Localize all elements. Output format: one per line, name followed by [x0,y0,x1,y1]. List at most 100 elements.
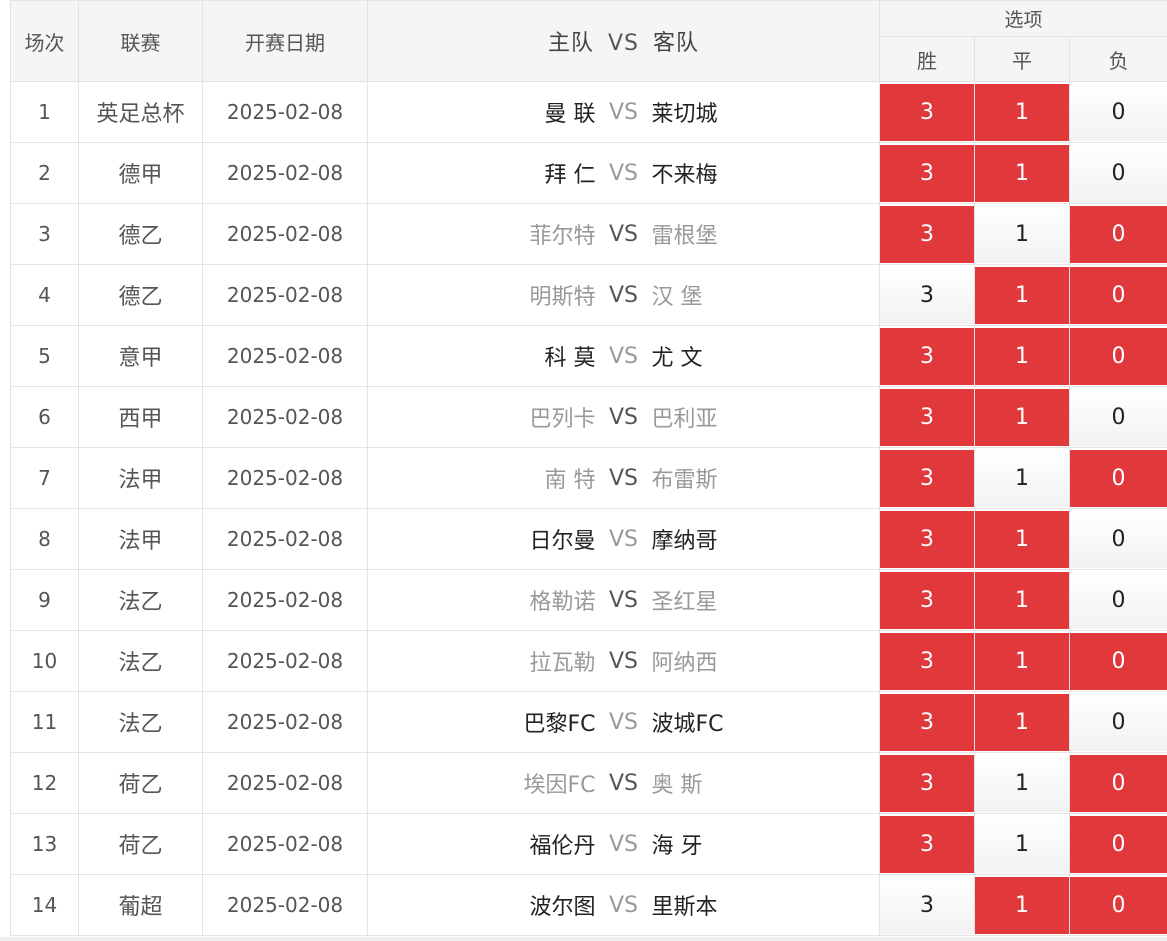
match-no: 10 [10,630,79,692]
match-date: 2025-02-08 [202,691,368,753]
away-team: 海 牙 [651,834,703,859]
option-lose-cell: 0 [1068,752,1167,814]
option-win[interactable]: 3 [880,83,974,141]
option-lose[interactable]: 0 [1070,144,1167,202]
option-win[interactable]: 3 [880,571,974,629]
home-team: 格勒诺 [529,590,596,615]
away-team: 不来梅 [651,163,718,188]
match-date: 2025-02-08 [202,630,368,692]
option-draw[interactable]: 1 [975,327,1069,385]
option-draw[interactable]: 1 [975,266,1069,324]
league: 法甲 [78,447,203,509]
option-win-cell: 3 [879,813,975,875]
match-teams: 曼 联 VS 莱切城 [367,81,880,143]
option-lose[interactable]: 0 [1070,632,1167,690]
header-away-team: 客队 [653,31,700,56]
home-team: 南 特 [544,468,596,493]
option-win-cell: 3 [879,325,975,387]
league: 法甲 [78,508,203,570]
match-date: 2025-02-08 [202,569,368,631]
away-team: 雷根堡 [651,224,718,249]
table-body: 1 英足总杯 2025-02-08 曼 联 VS 莱切城 3 1 0 2 德甲 … [10,81,1167,936]
vs-label: VS [608,99,638,125]
option-lose-cell: 0 [1068,508,1167,570]
option-lose[interactable]: 0 [1070,388,1167,446]
away-team: 汉 堡 [651,285,703,310]
option-draw-cell: 1 [974,142,1070,204]
option-draw-cell: 1 [974,813,1070,875]
option-win[interactable]: 3 [880,449,974,507]
header-vs: VS [607,31,639,56]
option-draw[interactable]: 1 [975,449,1069,507]
away-team: 阿纳西 [651,651,718,676]
option-lose[interactable]: 0 [1070,815,1167,873]
table-row: 3 德乙 2025-02-08 菲尔特 VS 雷根堡 3 1 0 [10,203,1167,265]
option-win-cell: 3 [879,447,975,509]
league: 德乙 [78,203,203,265]
header-teams: 主队 VS 客队 [367,0,880,82]
option-win[interactable]: 3 [880,632,974,690]
match-no: 2 [10,142,79,204]
option-win[interactable]: 3 [880,693,974,751]
home-team: 曼 联 [544,102,596,127]
option-lose[interactable]: 0 [1070,449,1167,507]
vs-label: VS [608,892,638,918]
option-lose[interactable]: 0 [1070,83,1167,141]
option-win[interactable]: 3 [880,876,974,934]
table-row: 14 葡超 2025-02-08 波尔图 VS 里斯本 3 1 0 [10,874,1167,936]
option-draw[interactable]: 1 [975,510,1069,568]
header-match-no: 场次 [10,0,79,82]
away-team: 摩纳哥 [651,529,718,554]
option-lose[interactable]: 0 [1070,571,1167,629]
option-draw[interactable]: 1 [975,83,1069,141]
home-team: 波尔图 [529,895,596,920]
option-lose-cell: 0 [1068,264,1167,326]
option-draw[interactable]: 1 [975,205,1069,263]
option-draw-cell: 1 [974,264,1070,326]
option-lose[interactable]: 0 [1070,510,1167,568]
home-team: 菲尔特 [529,224,596,249]
option-lose-cell: 0 [1068,203,1167,265]
option-draw-cell: 1 [974,630,1070,692]
match-date: 2025-02-08 [202,386,368,448]
option-draw[interactable]: 1 [975,388,1069,446]
option-lose[interactable]: 0 [1070,693,1167,751]
option-win[interactable]: 3 [880,266,974,324]
option-win[interactable]: 3 [880,754,974,812]
home-team: 拜 仁 [544,163,596,188]
option-draw[interactable]: 1 [975,144,1069,202]
option-lose[interactable]: 0 [1070,327,1167,385]
option-lose[interactable]: 0 [1070,205,1167,263]
option-win[interactable]: 3 [880,144,974,202]
option-win[interactable]: 3 [880,815,974,873]
league: 荷乙 [78,752,203,814]
match-teams: 拜 仁 VS 不来梅 [367,142,880,204]
header-options: 选项 [878,0,1167,37]
option-draw[interactable]: 1 [975,632,1069,690]
option-lose[interactable]: 0 [1070,876,1167,934]
option-draw-cell: 1 [974,81,1070,143]
vs-label: VS [608,709,638,735]
option-draw[interactable]: 1 [975,815,1069,873]
match-date: 2025-02-08 [202,325,368,387]
match-no: 14 [10,874,79,936]
option-win[interactable]: 3 [880,327,974,385]
away-team: 奥 斯 [651,773,703,798]
vs-label: VS [608,587,638,613]
option-win-cell: 3 [879,142,975,204]
option-lose[interactable]: 0 [1070,754,1167,812]
option-draw-cell: 1 [974,874,1070,936]
match-date: 2025-02-08 [202,752,368,814]
option-win[interactable]: 3 [880,388,974,446]
match-date: 2025-02-08 [202,142,368,204]
option-draw-cell: 1 [974,203,1070,265]
option-draw[interactable]: 1 [975,571,1069,629]
option-lose-cell: 0 [1068,569,1167,631]
option-lose[interactable]: 0 [1070,266,1167,324]
option-win[interactable]: 3 [880,510,974,568]
option-draw[interactable]: 1 [975,754,1069,812]
option-draw[interactable]: 1 [975,876,1069,934]
option-win[interactable]: 3 [880,205,974,263]
option-draw[interactable]: 1 [975,693,1069,751]
match-date: 2025-02-08 [202,447,368,509]
